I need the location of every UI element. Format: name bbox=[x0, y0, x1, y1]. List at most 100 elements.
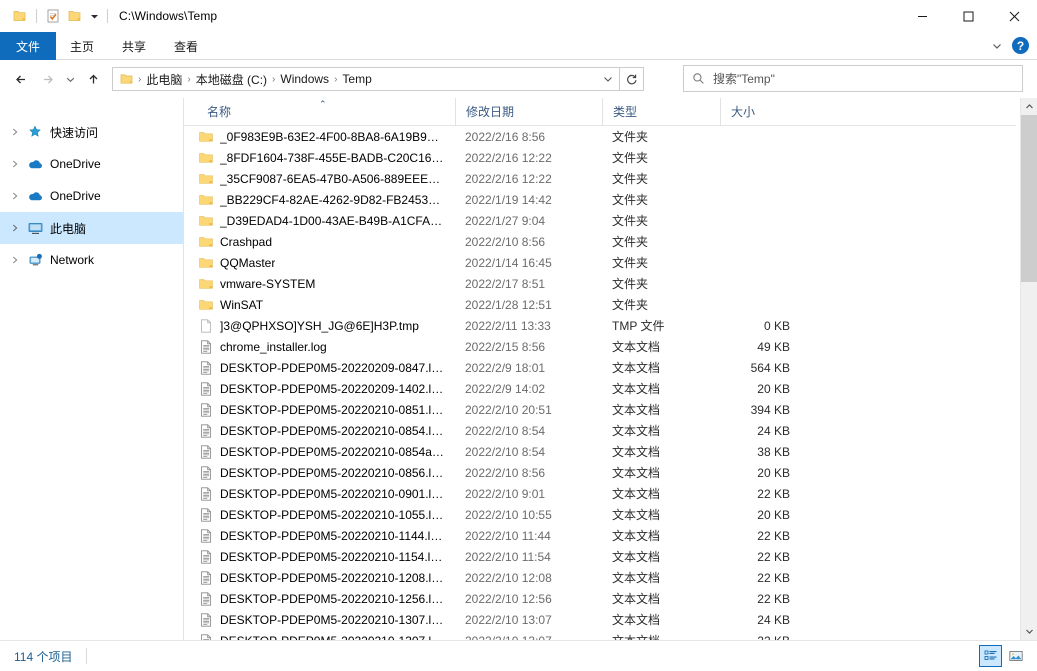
file-type-cell: 文本文档 bbox=[602, 338, 720, 355]
table-row[interactable]: DESKTOP-PDEP0M5-20220210-1208.l…2022/2/1… bbox=[184, 567, 1016, 588]
table-row[interactable]: WinSAT2022/1/28 12:51文件夹 bbox=[184, 294, 1016, 315]
properties-icon[interactable] bbox=[42, 5, 64, 27]
breadcrumb-item-windows[interactable]: Windows bbox=[276, 70, 333, 88]
table-row[interactable]: DESKTOP-PDEP0M5-20220210-1154.l…2022/2/1… bbox=[184, 546, 1016, 567]
table-row[interactable]: DESKTOP-PDEP0M5-20220210-0854.l…2022/2/1… bbox=[184, 420, 1016, 441]
tab-file[interactable]: 文件 bbox=[0, 32, 56, 60]
table-row[interactable]: DESKTOP-PDEP0M5-20220210-1256.l…2022/2/1… bbox=[184, 588, 1016, 609]
search-icon bbox=[692, 72, 705, 85]
column-header-name[interactable]: ⌃ 名称 bbox=[184, 98, 455, 126]
chevron-right-icon[interactable] bbox=[6, 116, 24, 148]
table-row[interactable]: chrome_installer.log2022/2/15 8:56文本文档49… bbox=[184, 336, 1016, 357]
date-modified-cell: 2022/1/14 16:45 bbox=[455, 256, 602, 270]
up-button[interactable] bbox=[80, 66, 106, 92]
table-row[interactable]: vmware-SYSTEM2022/2/17 8:51文件夹 bbox=[184, 273, 1016, 294]
folder-icon bbox=[198, 234, 214, 250]
table-row[interactable]: _D39EDAD4-1D00-43AE-B49B-A1CFA…2022/1/27… bbox=[184, 210, 1016, 231]
column-header-type[interactable]: 类型 bbox=[602, 98, 720, 126]
text-file-icon bbox=[198, 633, 214, 641]
file-name-label: _8FDF1604-738F-455E-BADB-C20C16… bbox=[220, 151, 443, 165]
table-row[interactable]: DESKTOP-PDEP0M5-20220210-0856.l…2022/2/1… bbox=[184, 462, 1016, 483]
table-row[interactable]: DESKTOP-PDEP0M5-20220210-0851.l…2022/2/1… bbox=[184, 399, 1016, 420]
chevron-right-icon[interactable] bbox=[6, 212, 24, 244]
table-row[interactable]: DESKTOP-PDEP0M5-20220210-1307.l…2022/2/1… bbox=[184, 609, 1016, 630]
table-row[interactable]: DESKTOP-PDEP0M5-20220210-0854a…2022/2/10… bbox=[184, 441, 1016, 462]
large-icons-view-button[interactable] bbox=[1004, 645, 1027, 667]
tab-share[interactable]: 共享 bbox=[108, 32, 160, 60]
chevron-right-icon[interactable] bbox=[6, 180, 24, 212]
search-input[interactable]: 搜索"Temp" bbox=[683, 65, 1023, 92]
file-name-cell: _8FDF1604-738F-455E-BADB-C20C16… bbox=[184, 150, 455, 166]
tab-view[interactable]: 查看 bbox=[160, 32, 212, 60]
table-row[interactable]: DESKTOP-PDEP0M5-20220210-1307.l…2022/2/1… bbox=[184, 630, 1016, 640]
file-name-cell: DESKTOP-PDEP0M5-20220210-0854a… bbox=[184, 444, 455, 460]
window-title: C:\Windows\Temp bbox=[119, 9, 217, 23]
folder-icon bbox=[198, 150, 214, 166]
scroll-up-button[interactable] bbox=[1021, 98, 1037, 115]
breadcrumb-item-local-disk[interactable]: 本地磁盘 (C:) bbox=[192, 69, 271, 90]
table-row[interactable]: DESKTOP-PDEP0M5-20220210-1144.l…2022/2/1… bbox=[184, 525, 1016, 546]
table-row[interactable]: _BB229CF4-82AE-4262-9D82-FB2453…2022/1/1… bbox=[184, 189, 1016, 210]
breadcrumb-item-this-pc[interactable]: 此电脑 bbox=[142, 69, 186, 90]
back-button[interactable] bbox=[8, 66, 34, 92]
details-view-button[interactable] bbox=[979, 645, 1002, 667]
ribbon-right-controls: ? bbox=[988, 32, 1037, 59]
file-size-cell: 20 KB bbox=[720, 508, 800, 522]
sidebar-item-network[interactable]: Network bbox=[0, 244, 183, 276]
file-type-cell: 文本文档 bbox=[602, 611, 720, 628]
sidebar-item-onedrive-2[interactable]: OneDrive bbox=[0, 180, 183, 212]
maximize-button[interactable] bbox=[945, 0, 991, 32]
table-row[interactable]: DESKTOP-PDEP0M5-20220210-1055.l…2022/2/1… bbox=[184, 504, 1016, 525]
table-row[interactable]: _35CF9087-6EA5-47B0-A506-889EEE…2022/2/1… bbox=[184, 168, 1016, 189]
scroll-down-button[interactable] bbox=[1021, 623, 1037, 640]
date-modified-cell: 2022/2/16 12:22 bbox=[455, 172, 602, 186]
vertical-scrollbar[interactable] bbox=[1020, 98, 1037, 640]
breadcrumb[interactable]: › 此电脑 › 本地磁盘 (C:) › Windows › Temp bbox=[112, 67, 620, 91]
chevron-right-icon[interactable] bbox=[6, 244, 24, 276]
table-row[interactable]: DESKTOP-PDEP0M5-20220209-0847.l…2022/2/9… bbox=[184, 357, 1016, 378]
table-row[interactable]: DESKTOP-PDEP0M5-20220210-0901.l…2022/2/1… bbox=[184, 483, 1016, 504]
breadcrumb-dropdown-icon[interactable] bbox=[599, 74, 617, 84]
table-row[interactable]: Crashpad2022/2/10 8:56文件夹 bbox=[184, 231, 1016, 252]
new-folder-icon[interactable] bbox=[64, 5, 86, 27]
help-icon[interactable]: ? bbox=[1012, 37, 1029, 54]
date-modified-cell: 2022/2/9 18:01 bbox=[455, 361, 602, 375]
date-modified-cell: 2022/2/10 8:54 bbox=[455, 445, 602, 459]
file-name-cell: DESKTOP-PDEP0M5-20220210-1208.l… bbox=[184, 570, 455, 586]
scrollbar-thumb[interactable] bbox=[1021, 115, 1037, 282]
table-row[interactable]: QQMaster2022/1/14 16:45文件夹 bbox=[184, 252, 1016, 273]
breadcrumb-item-temp[interactable]: Temp bbox=[338, 70, 375, 88]
ribbon-expand-chevron-icon[interactable] bbox=[988, 41, 1006, 51]
date-modified-cell: 2022/1/19 14:42 bbox=[455, 193, 602, 207]
file-name-label: _D39EDAD4-1D00-43AE-B49B-A1CFA… bbox=[220, 214, 442, 228]
column-header-size[interactable]: 大小 bbox=[720, 98, 800, 126]
file-name-label: DESKTOP-PDEP0M5-20220210-0854.l… bbox=[220, 424, 443, 438]
sidebar-item-onedrive-1[interactable]: OneDrive bbox=[0, 148, 183, 180]
text-file-icon bbox=[198, 444, 214, 460]
table-row[interactable]: ]3@QPHXSO]YSH_JG@6E]H3P.tmp2022/2/11 13:… bbox=[184, 315, 1016, 336]
table-row[interactable]: _0F983E9B-63E2-4F00-8BA8-6A19B9…2022/2/1… bbox=[184, 126, 1016, 147]
file-name-cell: DESKTOP-PDEP0M5-20220210-1055.l… bbox=[184, 507, 455, 523]
recent-locations-button[interactable] bbox=[60, 66, 80, 92]
minimize-button[interactable] bbox=[899, 0, 945, 32]
text-file-icon bbox=[198, 339, 214, 355]
chevron-right-icon[interactable] bbox=[6, 148, 24, 180]
sort-ascending-icon: ⌃ bbox=[319, 99, 327, 110]
column-header-date-modified[interactable]: 修改日期 bbox=[455, 98, 602, 126]
sidebar-item-this-pc[interactable]: 此电脑 bbox=[0, 212, 183, 244]
blank-file-icon bbox=[198, 318, 214, 334]
file-type-cell: 文件夹 bbox=[602, 212, 720, 229]
file-size-cell: 20 KB bbox=[720, 382, 800, 396]
sidebar-item-quick-access[interactable]: 快速访问 bbox=[0, 116, 183, 148]
table-row[interactable]: DESKTOP-PDEP0M5-20220209-1402.l…2022/2/9… bbox=[184, 378, 1016, 399]
table-row[interactable]: _8FDF1604-738F-455E-BADB-C20C16…2022/2/1… bbox=[184, 147, 1016, 168]
file-name-cell: DESKTOP-PDEP0M5-20220210-1154.l… bbox=[184, 549, 455, 565]
forward-button[interactable] bbox=[34, 66, 60, 92]
file-name-cell: DESKTOP-PDEP0M5-20220210-0856.l… bbox=[184, 465, 455, 481]
file-size-cell: 38 KB bbox=[720, 445, 800, 459]
close-button[interactable] bbox=[991, 0, 1037, 32]
refresh-button[interactable] bbox=[620, 67, 644, 91]
tab-home[interactable]: 主页 bbox=[56, 32, 108, 60]
qat-chevron-down-icon[interactable] bbox=[86, 5, 102, 27]
folder-icon[interactable] bbox=[9, 5, 31, 27]
